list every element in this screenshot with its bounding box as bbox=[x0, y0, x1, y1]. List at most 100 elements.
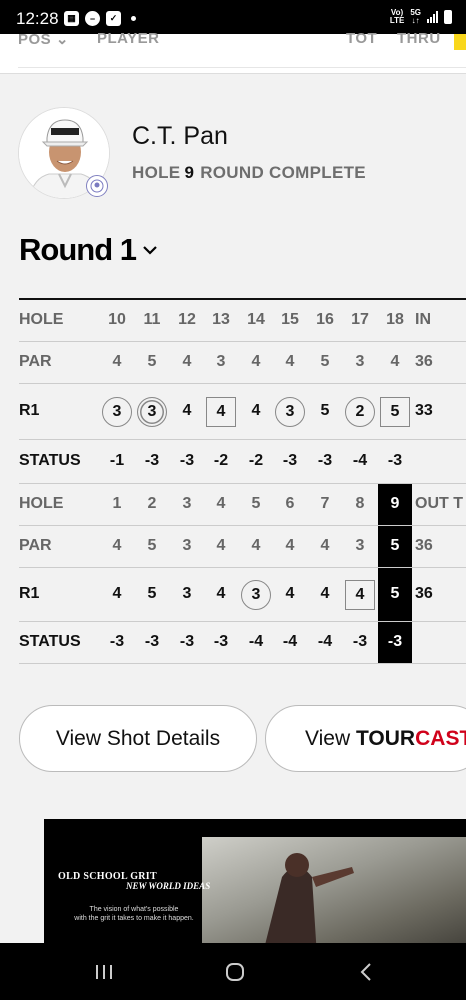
score-cell: 4 bbox=[285, 585, 295, 602]
par-row-label: PAR bbox=[19, 537, 52, 554]
leaderboard-header: POS ⌄ PLAYER TOT THRU bbox=[0, 30, 466, 74]
status-cell: -4 bbox=[317, 633, 333, 650]
holes-row-label: HOLE bbox=[19, 311, 64, 328]
more-notifications-dot-icon bbox=[131, 16, 136, 21]
video-advertisement[interactable]: OLD SCHOOL GRIT NEW WORLD IDEAS The visi… bbox=[44, 819, 466, 944]
tourcast-cast: CAST bbox=[415, 726, 466, 750]
par-total-cell: 36 bbox=[415, 353, 433, 370]
score-cell: 4 bbox=[216, 585, 226, 602]
tot-column-header: TOT bbox=[346, 30, 378, 47]
round-selector[interactable]: Round 1 bbox=[19, 232, 158, 268]
par-cell: 4 bbox=[112, 537, 122, 554]
status-cell: -3 bbox=[352, 633, 368, 650]
pos-column-header[interactable]: POS ⌄ bbox=[18, 30, 69, 48]
holes-cell: 10 bbox=[108, 311, 126, 328]
holes-cell: 6 bbox=[285, 495, 295, 512]
clock: 12:28 bbox=[16, 9, 59, 28]
holes-cell: 17 bbox=[351, 311, 369, 328]
par-cell: 5 bbox=[320, 353, 330, 370]
score-cell: 4 bbox=[320, 585, 330, 602]
ad-body-line-1: The vision of what's possible bbox=[89, 906, 179, 913]
score-cell: 3 bbox=[102, 397, 132, 427]
holes-cell: 8 bbox=[355, 495, 365, 512]
holes-row-label: HOLE bbox=[19, 495, 64, 512]
holes-cell: 13 bbox=[212, 311, 230, 328]
view-shot-details-button[interactable]: View Shot Details bbox=[19, 705, 257, 772]
status-row-label: STATUS bbox=[19, 633, 81, 650]
score-cell: 5 bbox=[390, 585, 400, 602]
status-cell: -3 bbox=[387, 452, 403, 469]
par-cell: 3 bbox=[216, 353, 226, 370]
back-icon[interactable] bbox=[351, 957, 381, 987]
par-cell: 5 bbox=[147, 353, 157, 370]
par-cell: 3 bbox=[182, 537, 192, 554]
holes-cell: 7 bbox=[320, 495, 330, 512]
view-tourcast-button[interactable]: View TOURCAST bbox=[265, 705, 466, 772]
recent-apps-icon[interactable] bbox=[89, 957, 119, 987]
status-cell: -4 bbox=[282, 633, 298, 650]
par-row-label: PAR bbox=[19, 353, 52, 370]
holes-cell: 2 bbox=[147, 495, 157, 512]
back-nine-par-row: PAR 4 5 4 3 4 4 5 3 4 36 bbox=[19, 342, 466, 384]
score-total-cell: 33 bbox=[415, 402, 433, 419]
score-cell: 4 bbox=[251, 402, 261, 419]
battery-icon bbox=[444, 10, 452, 24]
status-row-label: STATUS bbox=[19, 452, 81, 469]
status-cell: -3 bbox=[317, 452, 333, 469]
status-cell: -3 bbox=[179, 633, 195, 650]
score-cell: 4 bbox=[345, 580, 375, 610]
system-nav-bar bbox=[0, 943, 466, 1000]
hole-label: HOLE bbox=[132, 163, 181, 182]
status-cell: -1 bbox=[109, 452, 125, 469]
front-nine-par-row: PAR 4 5 3 4 4 4 4 3 5 36 bbox=[19, 526, 466, 568]
par-cell: 5 bbox=[147, 537, 157, 554]
round-title: Round 1 bbox=[19, 232, 137, 267]
score-row-label: R1 bbox=[19, 585, 40, 602]
status-cell: -3 bbox=[213, 633, 229, 650]
score-row-label: R1 bbox=[19, 402, 40, 419]
front-nine-status-row: STATUS -3 -3 -3 -3 -4 -4 -4 -3 -3 bbox=[19, 622, 466, 664]
signal-icon bbox=[427, 11, 438, 23]
par-total-cell: 36 bbox=[415, 537, 433, 554]
par-cell: 4 bbox=[216, 537, 226, 554]
ad-photo bbox=[202, 837, 466, 944]
par-cell: 3 bbox=[355, 353, 365, 370]
view-shot-details-label: View Shot Details bbox=[55, 726, 221, 750]
gen-bottom: ↓↑ bbox=[411, 16, 420, 25]
holes-cell: 15 bbox=[281, 311, 299, 328]
score-cell: 4 bbox=[112, 585, 122, 602]
score-cell: 3 bbox=[137, 397, 167, 427]
score-cell: 5 bbox=[147, 585, 157, 602]
score-cell: 3 bbox=[275, 397, 305, 427]
status-cell: -3 bbox=[144, 452, 160, 469]
holes-cell: 4 bbox=[216, 495, 226, 512]
par-cell: 5 bbox=[390, 537, 400, 554]
system-icons: Vo) LTE 5G ↓↑ bbox=[390, 9, 452, 25]
checkbox-notification-icon: ✓ bbox=[106, 11, 121, 26]
home-icon[interactable] bbox=[220, 957, 250, 987]
par-cell: 4 bbox=[320, 537, 330, 554]
par-cell: 4 bbox=[251, 537, 261, 554]
volte-indicator: Vo) LTE bbox=[390, 9, 405, 25]
front-nine-score-row: R1 4 5 3 4 3 4 4 4 5 36 bbox=[19, 568, 466, 622]
par-cell: 4 bbox=[112, 353, 122, 370]
status-cell: -3 bbox=[144, 633, 160, 650]
status-cell: -3 bbox=[282, 452, 298, 469]
dnd-icon: − bbox=[85, 11, 100, 26]
player-name: C.T. Pan bbox=[132, 122, 228, 150]
score-cell: 3 bbox=[182, 585, 192, 602]
holes-cell: 18 bbox=[386, 311, 404, 328]
holes-cell: 9 bbox=[390, 495, 400, 512]
holes-cell: 14 bbox=[247, 311, 265, 328]
score-total-cell: 36 bbox=[415, 585, 433, 602]
holes-total-cell: OUT T bbox=[415, 495, 463, 512]
network-gen-indicator: 5G ↓↑ bbox=[410, 9, 421, 25]
holes-cell: 1 bbox=[112, 495, 122, 512]
score-cell: 4 bbox=[206, 397, 236, 427]
score-cell: 2 bbox=[345, 397, 375, 427]
yellow-tab-icon bbox=[454, 34, 466, 50]
par-cell: 4 bbox=[251, 353, 261, 370]
round-status-text: ROUND COMPLETE bbox=[200, 163, 366, 182]
holes-cell: 16 bbox=[316, 311, 334, 328]
ad-headline-2: NEW WORLD IDEAS bbox=[126, 881, 211, 891]
